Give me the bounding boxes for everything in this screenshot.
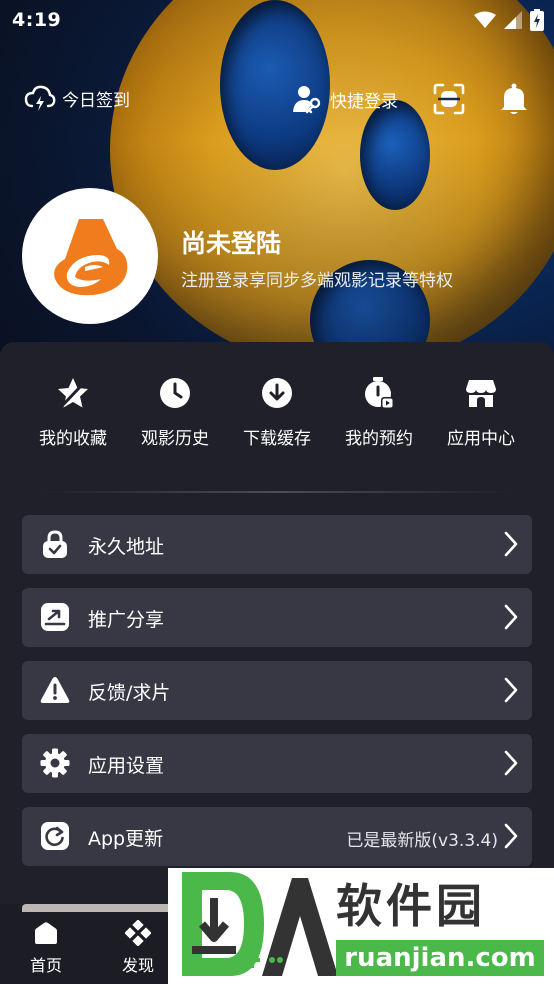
notification-button[interactable] — [498, 82, 530, 120]
nav-label: 首页 — [29, 956, 62, 975]
menu-label: 推广分享 — [88, 609, 165, 631]
menu-label: App更新 — [88, 828, 164, 850]
quick-action-label: 下载缓存 — [243, 429, 311, 449]
discover-icon — [125, 920, 151, 946]
nav-discover[interactable]: 发现 — [108, 920, 168, 980]
quick-action-label: 我的收藏 — [39, 429, 107, 449]
chevron-right-icon — [504, 750, 518, 776]
warning-icon — [40, 677, 70, 703]
quick-action-history[interactable]: 观影历史 — [124, 376, 226, 456]
reservation-icon — [365, 377, 394, 409]
lock-icon — [43, 530, 67, 558]
quick-action-downloads[interactable]: 下载缓存 — [226, 376, 328, 456]
menu-permanent-address[interactable]: 永久地址 — [22, 515, 532, 574]
download-icon — [262, 378, 292, 408]
app-logo-icon — [54, 219, 128, 296]
quick-action-app-center[interactable]: 应用中心 — [430, 376, 532, 456]
home-icon — [35, 922, 57, 944]
scan-icon — [433, 83, 465, 115]
store-icon — [466, 380, 496, 407]
share-icon — [41, 603, 69, 631]
cloud-lightning-icon — [24, 85, 56, 111]
quick-login-label: 快捷登录 — [330, 91, 398, 112]
nav-home[interactable]: 首页 — [16, 920, 76, 980]
battery-icon — [530, 9, 544, 31]
quick-login-button[interactable]: 快捷登录 — [292, 84, 398, 114]
status-bar: 4:19 — [0, 0, 554, 40]
chevron-right-icon — [504, 677, 518, 703]
menu-label: 应用设置 — [88, 755, 165, 777]
bell-icon — [501, 83, 527, 114]
status-time: 4:19 — [12, 9, 62, 31]
watermark-brand: 软件园 — [336, 879, 486, 933]
menu-feedback[interactable]: 反馈/求片 — [22, 661, 532, 720]
quick-action-label: 我的预约 — [345, 429, 413, 449]
refresh-icon — [41, 822, 69, 850]
chevron-right-icon — [504, 604, 518, 630]
menu-share[interactable]: 推广分享 — [22, 588, 532, 647]
chevron-right-icon — [504, 531, 518, 557]
menu-settings[interactable]: 应用设置 — [22, 734, 532, 793]
quick-action-favorites[interactable]: 我的收藏 — [22, 376, 124, 456]
nav-label: 发现 — [121, 956, 154, 975]
divider — [40, 491, 514, 493]
menu-label: 反馈/求片 — [88, 682, 171, 704]
checkin-button[interactable]: 今日签到 — [24, 84, 130, 112]
wifi-icon — [474, 11, 496, 28]
profile-subtitle: 注册登录享同步多端观影记录等特权 — [181, 271, 453, 291]
top-actions: 今日签到 快捷登录 — [0, 80, 554, 120]
signal-icon — [504, 11, 522, 29]
scan-button[interactable] — [432, 82, 466, 120]
version-status: 已是最新版(v3.3.4) — [346, 831, 498, 851]
chevron-right-icon — [504, 823, 518, 849]
clock-icon — [160, 378, 190, 408]
watermark: 软件园 ruanjian.com — [168, 868, 554, 984]
quick-actions: 我的收藏 观影历史 下载缓存 我的预约 应用中心 — [0, 376, 554, 456]
quick-action-reservations[interactable]: 我的预约 — [328, 376, 430, 456]
profile-name[interactable]: 尚未登陆 — [181, 224, 281, 260]
avatar[interactable] — [22, 188, 158, 324]
menu-app-update[interactable]: App更新 已是最新版(v3.3.4) — [22, 807, 532, 866]
gear-icon — [40, 748, 70, 778]
star-icon — [58, 378, 88, 409]
menu-label: 永久地址 — [88, 536, 165, 558]
watermark-url: ruanjian.com — [336, 940, 544, 976]
quick-action-label: 观影历史 — [141, 429, 209, 449]
watermark-logo — [182, 872, 338, 976]
quick-action-label: 应用中心 — [447, 429, 515, 449]
banner-peek — [22, 904, 172, 912]
user-key-icon — [293, 86, 321, 114]
checkin-label: 今日签到 — [62, 90, 130, 111]
